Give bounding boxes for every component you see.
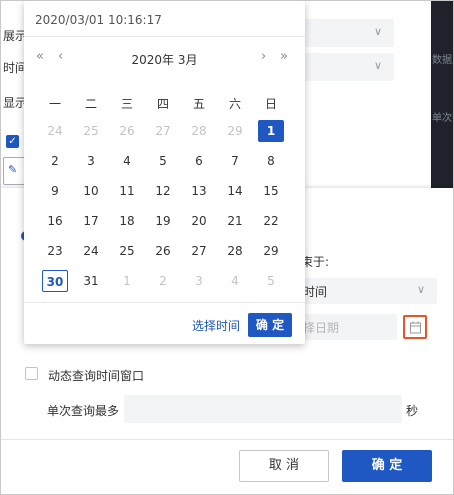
checkmark-icon: ✓ [8,136,17,147]
calendar-day[interactable]: 28 [222,240,248,262]
end-date-input[interactable]: 择日期 [299,314,397,340]
calendar-day[interactable]: 8 [258,150,284,172]
calendar-day[interactable]: 24 [42,120,68,142]
calendar-day[interactable]: 1 [114,270,140,292]
chevron-down-icon: ∨ [373,25,382,38]
date-picker-header: 2020/03/01 10:16:17 [24,1,305,37]
calendar-day[interactable]: 14 [222,180,248,202]
calendar-day[interactable]: 20 [186,210,212,232]
calendar-day[interactable]: 31 [78,270,104,292]
calendar-day[interactable]: 2 [42,150,68,172]
date-picker-popup: 2020/03/01 10:16:17 « ‹ 2020年 3月 › » 一 二… [24,1,305,344]
brush-icon: ✎ [8,163,18,176]
cancel-button[interactable]: 取 消 [239,450,329,482]
select-time-link[interactable]: 选择时间 [192,317,240,334]
calendar-day[interactable]: 23 [42,240,68,262]
calendar-day[interactable]: 2 [150,270,176,292]
calendar-day[interactable]: 4 [222,270,248,292]
bg-checkbox[interactable]: ✓ [6,135,19,148]
calendar-day[interactable]: 30 [42,270,68,292]
next-year-button[interactable]: » [280,49,288,64]
weekday-header: 四 [156,97,169,111]
calendar-day[interactable]: 16 [42,210,68,232]
calendar-day[interactable]: 15 [258,180,284,202]
calendar-day[interactable]: 28 [186,120,212,142]
calendar-day[interactable]: 6 [186,150,212,172]
ok-button[interactable]: 确 定 [342,450,432,482]
calendar-day[interactable]: 24 [78,240,104,262]
calendar-day[interactable]: 25 [114,240,140,262]
single-query-label: 单次查询最多 [47,404,120,418]
weekday-header: 一 [48,97,61,111]
dynamic-window-label: 动态查询时间窗口 [48,369,145,383]
calendar-day[interactable]: 1 [258,120,284,142]
calendar-day[interactable]: 29 [222,120,248,142]
calendar-day[interactable]: 29 [258,240,284,262]
calendar-day[interactable]: 27 [186,240,212,262]
bg-select-1[interactable]: ∨ [301,19,394,47]
calendar-button[interactable] [403,315,427,339]
bg-strip-text-2: 单次查询 [432,113,453,124]
calendar-day[interactable]: 10 [78,180,104,202]
calendar-day[interactable]: 5 [258,270,284,292]
dynamic-window-checkbox[interactable] [25,367,38,380]
chevron-down-icon: ∨ [373,59,382,72]
bg-strip-text-1: 数据此连 [432,55,453,66]
calendar-day[interactable]: 26 [114,120,140,142]
date-picker-footer-divider [24,302,305,303]
calendar-day[interactable]: 19 [150,210,176,232]
calendar-day[interactable]: 5 [150,150,176,172]
single-query-input[interactable] [124,395,402,423]
weekday-header: 五 [192,97,205,111]
chevron-down-icon: ∨ [416,283,425,296]
calendar-day[interactable]: 7 [222,150,248,172]
next-month-button[interactable]: › [261,49,266,64]
weekday-header: 日 [264,97,277,111]
calendar-day[interactable]: 3 [78,150,104,172]
bg-brush-button[interactable]: ✎ [3,157,25,185]
calendar-day[interactable]: 11 [114,180,140,202]
calendar-day[interactable]: 13 [186,180,212,202]
calendar-day[interactable]: 25 [78,120,104,142]
weekday-header: 三 [120,97,133,111]
weekday-header: 二 [84,97,97,111]
date-picker-confirm-button[interactable]: 确 定 [248,313,292,337]
end-label: 束于: [301,255,330,269]
date-placeholder: 择日期 [303,321,340,335]
bg-select-2[interactable]: ∨ [301,53,394,81]
calendar-day[interactable]: 9 [42,180,68,202]
calendar-day[interactable]: 27 [150,120,176,142]
bg-dark-panel: 数据此连 单次查询 [431,1,453,189]
calendar-day[interactable]: 4 [114,150,140,172]
dialog-footer-divider [1,439,453,440]
calendar-day[interactable]: 26 [150,240,176,262]
screen: 展示 时间 显示 ∨ ∨ 数据此连 单次查询 ✓ ✎ 束于: 时间 ∨ 择日期 … [0,0,454,495]
end-select[interactable]: 时间 ∨ [299,278,437,304]
weekday-header: 六 [228,97,241,111]
calendar-icon [410,321,421,334]
calendar-day[interactable]: 18 [114,210,140,232]
selected-datetime: 2020/03/01 10:16:17 [35,13,162,27]
calendar-day[interactable]: 22 [258,210,284,232]
end-select-value: 时间 [303,285,328,299]
calendar-day[interactable]: 21 [222,210,248,232]
calendar-day[interactable]: 12 [150,180,176,202]
calendar-day[interactable]: 3 [186,270,212,292]
seconds-unit: 秒 [406,404,419,418]
calendar-day[interactable]: 17 [78,210,104,232]
